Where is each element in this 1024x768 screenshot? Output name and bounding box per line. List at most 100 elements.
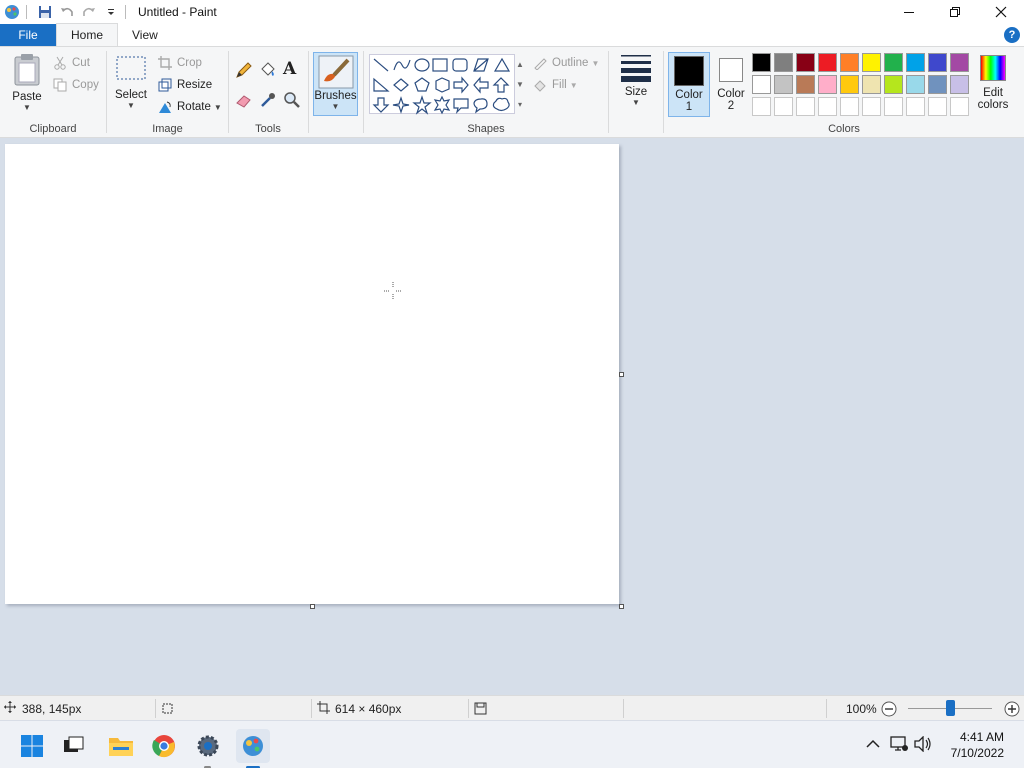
settings-button[interactable]: [191, 729, 225, 768]
edit-colors-button[interactable]: Edit colors: [976, 55, 1010, 111]
tab-file[interactable]: File: [0, 24, 56, 46]
select-button[interactable]: Select ▼: [113, 55, 149, 110]
custom-color-swatch[interactable]: [884, 97, 903, 116]
custom-color-swatch[interactable]: [818, 97, 837, 116]
palette-swatch[interactable]: [796, 53, 815, 72]
shapes-scroll-buttons[interactable]: ▲ ▼ ▾: [515, 55, 525, 115]
show-hidden-icons-chevron-icon[interactable]: [866, 738, 880, 752]
palette-swatch[interactable]: [796, 75, 815, 94]
custom-color-swatch[interactable]: [906, 97, 925, 116]
zoom-in-button[interactable]: [1004, 696, 1020, 721]
color-picker-icon[interactable]: [259, 91, 279, 111]
palette-swatch[interactable]: [950, 53, 969, 72]
fill-button[interactable]: Fill ▼: [532, 77, 578, 93]
magnifier-icon[interactable]: [283, 91, 303, 111]
palette-swatch[interactable]: [906, 75, 925, 94]
palette-swatch[interactable]: [950, 75, 969, 94]
close-button[interactable]: [978, 0, 1024, 24]
clock-time: 4:41 AM: [959, 730, 1004, 744]
restore-button[interactable]: [932, 0, 978, 24]
edit-colors-label: Edit: [983, 87, 1003, 99]
tools-group: A Tools: [229, 47, 307, 137]
resize-handle-bottom[interactable]: [310, 604, 315, 609]
color1-button[interactable]: Color 1: [668, 52, 710, 117]
fill-dropdown-icon[interactable]: ▼: [570, 81, 578, 90]
save-icon[interactable]: [35, 2, 55, 22]
size-button[interactable]: Size ▼: [616, 53, 656, 107]
custom-color-swatch[interactable]: [950, 97, 969, 116]
color2-button[interactable]: Color 2: [712, 55, 750, 112]
copy-button[interactable]: Copy: [52, 77, 99, 93]
redo-icon[interactable]: [79, 2, 99, 22]
clock[interactable]: 4:41 AM 7/10/2022: [951, 729, 1004, 761]
zoom-slider-thumb[interactable]: [946, 700, 955, 716]
paste-dropdown-icon[interactable]: ▼: [23, 103, 31, 112]
palette-swatch[interactable]: [884, 75, 903, 94]
paint-app-icon[interactable]: [2, 2, 22, 22]
zoom-slider[interactable]: [906, 696, 994, 721]
shapes-gallery[interactable]: [369, 54, 515, 115]
custom-color-swatch[interactable]: [752, 97, 771, 116]
palette-swatch[interactable]: [906, 53, 925, 72]
clock-date: 7/10/2022: [950, 746, 1004, 760]
palette-swatch[interactable]: [818, 75, 837, 94]
text-tool-icon[interactable]: A: [283, 59, 303, 79]
customize-toolbar-chevron-icon[interactable]: [101, 2, 121, 22]
size-dropdown-icon[interactable]: ▼: [632, 98, 640, 107]
palette-swatch[interactable]: [752, 53, 771, 72]
palette-swatch[interactable]: [774, 75, 793, 94]
tab-home[interactable]: Home: [56, 23, 119, 46]
crop-button[interactable]: Crop: [157, 55, 202, 71]
minimize-button[interactable]: [886, 0, 932, 24]
pencil-icon[interactable]: [235, 61, 255, 81]
outline-button[interactable]: Outline ▼: [532, 55, 599, 71]
canvas-workspace[interactable]: [0, 138, 1024, 695]
custom-color-swatch[interactable]: [774, 97, 793, 116]
fill-bucket-icon[interactable]: [259, 61, 279, 81]
chrome-button[interactable]: [147, 729, 181, 763]
resize-handle-right[interactable]: [619, 372, 624, 377]
paste-button[interactable]: Paste ▼: [8, 53, 46, 112]
task-view-button[interactable]: [57, 729, 91, 763]
zoom-out-button[interactable]: [881, 696, 897, 721]
image-group: Select ▼ Crop Resize Rotate ▼ Image: [107, 47, 228, 137]
undo-icon[interactable]: [57, 2, 77, 22]
custom-color-swatch[interactable]: [928, 97, 947, 116]
rotate-icon: [157, 99, 173, 115]
copy-icon: [52, 77, 68, 93]
select-dropdown-icon[interactable]: ▼: [127, 101, 135, 110]
volume-icon[interactable]: [914, 734, 932, 755]
palette-swatch[interactable]: [928, 53, 947, 72]
network-icon[interactable]: [890, 735, 908, 755]
palette-swatch[interactable]: [840, 75, 859, 94]
paint-taskbar-button[interactable]: [236, 729, 270, 768]
brushes-button[interactable]: Brushes ▼: [313, 52, 358, 116]
eraser-icon[interactable]: [235, 91, 255, 111]
resize-button[interactable]: Resize: [157, 77, 212, 93]
rotate-dropdown-icon[interactable]: ▼: [214, 103, 222, 112]
rotate-button[interactable]: Rotate ▼: [157, 99, 222, 115]
outline-dropdown-icon[interactable]: ▼: [591, 59, 599, 68]
palette-swatch[interactable]: [752, 75, 771, 94]
palette-swatch[interactable]: [862, 53, 881, 72]
tab-view[interactable]: View: [118, 24, 172, 46]
custom-color-swatch[interactable]: [796, 97, 815, 116]
resize-handle-corner[interactable]: [619, 604, 624, 609]
help-icon[interactable]: ?: [1004, 27, 1020, 43]
select-icon: [116, 56, 146, 80]
palette-swatch[interactable]: [928, 75, 947, 94]
start-button[interactable]: [15, 729, 49, 763]
palette-swatch[interactable]: [818, 53, 837, 72]
cut-label: Cut: [72, 57, 90, 69]
cut-button[interactable]: Cut: [52, 55, 90, 71]
palette-swatch[interactable]: [840, 53, 859, 72]
brushes-dropdown-icon[interactable]: ▼: [332, 102, 340, 111]
crop-icon: [157, 55, 173, 71]
palette-swatch[interactable]: [884, 53, 903, 72]
palette-swatch[interactable]: [774, 53, 793, 72]
custom-color-swatch[interactable]: [862, 97, 881, 116]
custom-color-swatch[interactable]: [840, 97, 859, 116]
palette-swatch[interactable]: [862, 75, 881, 94]
drawing-canvas[interactable]: [5, 144, 619, 604]
file-explorer-button[interactable]: [104, 729, 138, 763]
